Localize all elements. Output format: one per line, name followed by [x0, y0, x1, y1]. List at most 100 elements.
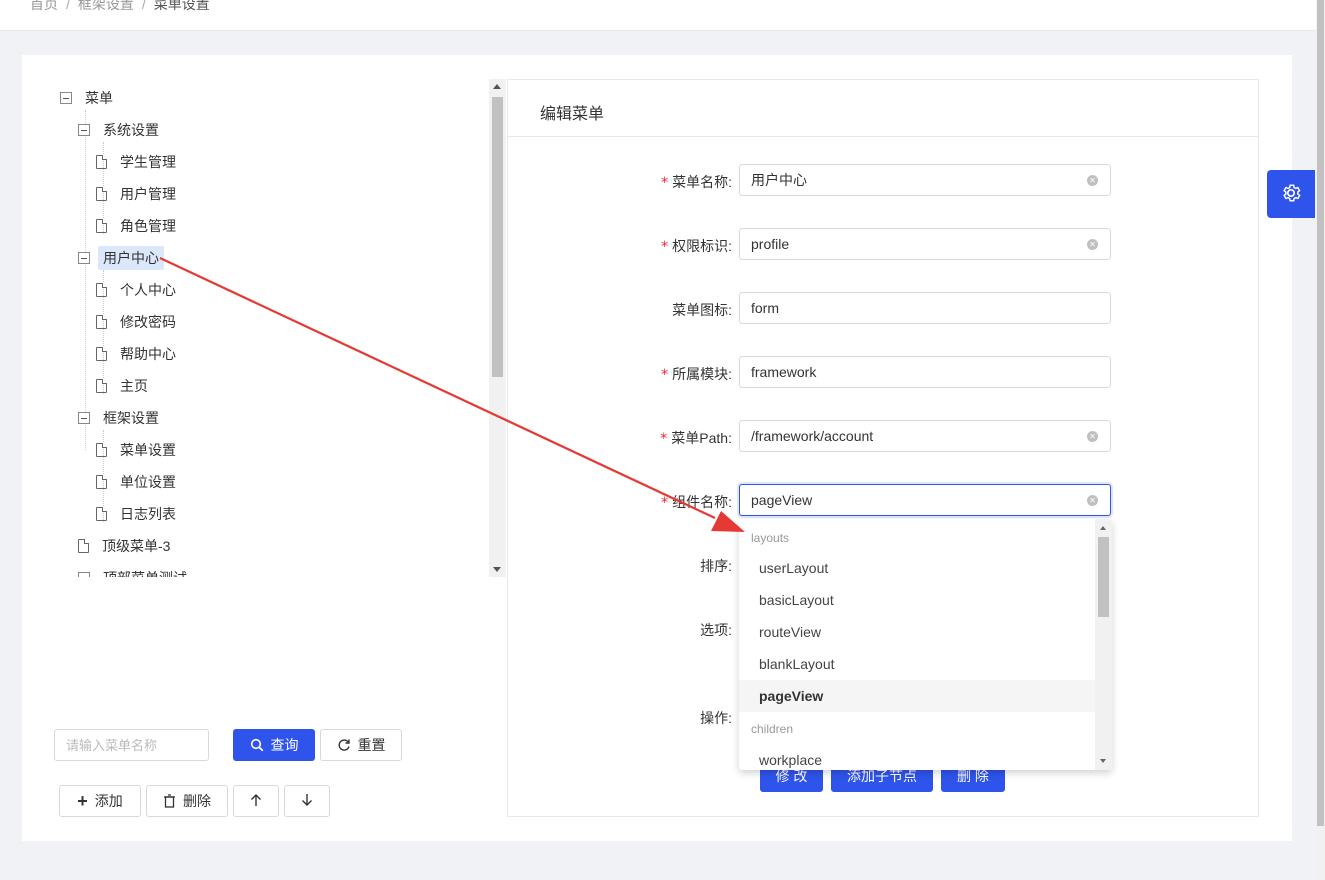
dropdown-scrollbar[interactable]	[1095, 519, 1112, 770]
tree-node-log-list[interactable]: 日志列表	[96, 502, 181, 526]
query-button-label: 查询	[270, 737, 299, 753]
reset-button[interactable]: 重置	[320, 729, 402, 761]
tree-node-label[interactable]: 菜单	[80, 86, 118, 110]
add-button-label: 添加	[94, 793, 123, 809]
file-icon	[96, 283, 107, 297]
tree-node-label-selected[interactable]: 用户中心	[98, 246, 164, 270]
component-name-input[interactable]: pageView ✕	[739, 484, 1111, 516]
clear-icon[interactable]: ✕	[1087, 239, 1098, 250]
menu-icon-input[interactable]: form	[739, 292, 1111, 324]
label-text: 操作:	[700, 710, 732, 726]
module-value: framework	[751, 364, 817, 380]
dropdown-option[interactable]: routeView	[739, 616, 1095, 648]
scroll-down-icon[interactable]	[1100, 759, 1106, 763]
dropdown-scrollbar-thumb[interactable]	[1098, 537, 1109, 617]
plus-icon: +	[77, 790, 88, 811]
menu-search-input[interactable]	[54, 729, 209, 761]
menu-path-input[interactable]: /framework/account ✕	[739, 420, 1111, 452]
dropdown-option[interactable]: userLayout	[739, 552, 1095, 584]
tree-node-student-management[interactable]: 学生管理	[96, 150, 181, 174]
dropdown-option-selected[interactable]: pageView	[739, 680, 1095, 712]
dropdown-option[interactable]: blankLayout	[739, 648, 1095, 680]
label-text: 菜单名称:	[672, 174, 732, 190]
query-button[interactable]: 查询	[233, 729, 315, 761]
scroll-up-icon[interactable]	[1100, 526, 1106, 530]
trash-icon	[163, 794, 176, 808]
tree-node-role-management[interactable]: 角色管理	[96, 214, 181, 238]
collapse-icon[interactable]	[60, 92, 72, 104]
permission-input[interactable]: profile ✕	[739, 228, 1111, 260]
required-mark: *	[661, 175, 669, 191]
collapse-icon[interactable]	[78, 412, 90, 424]
dropdown-option[interactable]: basicLayout	[739, 584, 1095, 616]
module-label: * 所属模块:	[661, 364, 732, 384]
tree-node-label[interactable]: 日志列表	[115, 502, 181, 526]
tree-node-system-settings[interactable]: 系统设置	[78, 118, 164, 142]
tree-node-label[interactable]: 修改密码	[115, 310, 181, 334]
move-down-button[interactable]	[284, 785, 330, 817]
dropdown-group-label: children	[751, 722, 794, 736]
file-icon	[78, 539, 89, 553]
tree-node-unit-settings[interactable]: 单位设置	[96, 470, 181, 494]
scroll-up-icon[interactable]	[493, 84, 501, 89]
tree-node-change-password[interactable]: 修改密码	[96, 310, 181, 334]
label-text: 组件名称:	[672, 494, 732, 510]
clear-icon[interactable]: ✕	[1087, 431, 1098, 442]
tree-node-label[interactable]: 单位设置	[115, 470, 181, 494]
tree-node-label[interactable]: 框架设置	[98, 406, 164, 430]
tree-node-user-center[interactable]: 用户中心	[78, 246, 164, 270]
breadcrumb-home[interactable]: 首页	[30, 0, 58, 12]
collapse-icon[interactable]	[78, 124, 90, 136]
tree-node-top-menu-test[interactable]: 顶部菜单测试	[78, 566, 192, 577]
required-mark: *	[661, 495, 669, 511]
page-scrollbar-thumb[interactable]	[1317, 0, 1324, 826]
tree-node-label[interactable]: 角色管理	[115, 214, 181, 238]
tree-node-help-center[interactable]: 帮助中心	[96, 342, 181, 366]
move-up-button[interactable]	[233, 785, 279, 817]
menu-name-value: 用户中心	[751, 172, 807, 188]
tree-guide-line	[85, 110, 86, 450]
tree-node-personal-center[interactable]: 个人中心	[96, 278, 181, 302]
label-text: 菜单Path:	[671, 430, 732, 446]
file-icon	[96, 475, 107, 489]
label-text: 权限标识:	[672, 238, 732, 254]
add-button[interactable]: + 添加	[59, 785, 141, 817]
gear-icon	[1280, 182, 1302, 207]
tree-node-label[interactable]: 顶部菜单测试	[98, 566, 192, 577]
tree-node-label[interactable]: 个人中心	[115, 278, 181, 302]
label-text: 选项:	[700, 622, 732, 638]
breadcrumb-parent[interactable]: 框架设置	[78, 0, 134, 12]
permission-label: * 权限标识:	[661, 236, 732, 256]
tree-scrollbar[interactable]	[489, 79, 506, 577]
module-input[interactable]: framework	[739, 356, 1111, 388]
tree-node-label[interactable]: 菜单设置	[115, 438, 181, 462]
clear-icon[interactable]: ✕	[1087, 495, 1098, 506]
scroll-down-icon[interactable]	[493, 567, 501, 572]
tree-node-menu-settings[interactable]: 菜单设置	[96, 438, 181, 462]
tree-node-label[interactable]: 顶级菜单-3	[97, 534, 175, 558]
tree-node-root[interactable]: 菜单	[60, 86, 118, 110]
tree-node-framework-settings[interactable]: 框架设置	[78, 406, 164, 430]
collapse-icon[interactable]	[78, 252, 90, 264]
menu-name-input[interactable]: 用户中心 ✕	[739, 164, 1111, 196]
tree-node-label[interactable]: 系统设置	[98, 118, 164, 142]
delete-button[interactable]: 删除	[146, 785, 228, 817]
tree-node-label[interactable]: 主页	[115, 374, 153, 398]
tree-node-label[interactable]: 帮助中心	[115, 342, 181, 366]
page-scrollbar[interactable]	[1316, 0, 1325, 880]
menu-icon-value: form	[751, 300, 779, 316]
settings-button[interactable]	[1267, 170, 1315, 218]
collapse-icon[interactable]	[78, 572, 90, 577]
tree-node-home[interactable]: 主页	[96, 374, 153, 398]
tree-node-label[interactable]: 用户管理	[115, 182, 181, 206]
arrow-up-icon	[249, 793, 263, 810]
tree-node-top-menu-3[interactable]: 顶级菜单-3	[78, 534, 175, 558]
dropdown-option[interactable]: workplace	[739, 744, 1095, 770]
breadcrumb-separator: /	[66, 0, 70, 12]
tree-node-label[interactable]: 学生管理	[115, 150, 181, 174]
tree-node-user-management[interactable]: 用户管理	[96, 182, 181, 206]
file-icon	[96, 187, 107, 201]
breadcrumb: 首页 / 框架设置 / 菜单设置	[30, 0, 210, 14]
tree-scrollbar-thumb[interactable]	[492, 97, 503, 377]
clear-icon[interactable]: ✕	[1087, 175, 1098, 186]
